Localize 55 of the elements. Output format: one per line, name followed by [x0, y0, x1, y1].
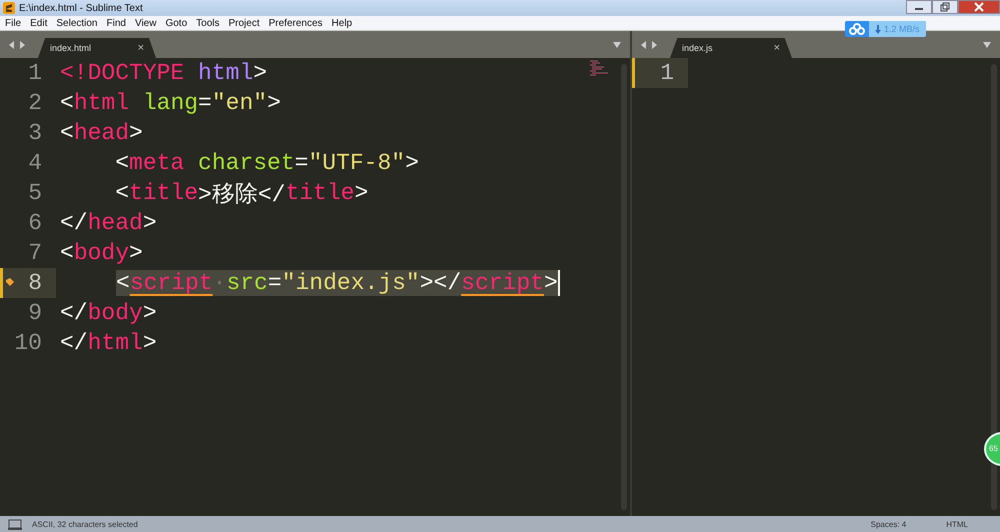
code-line: <head>	[60, 119, 143, 148]
tab-nav-arrows-icon[interactable]	[8, 40, 26, 50]
minimize-button[interactable]	[906, 0, 932, 14]
code-line: <!DOCTYPE html>	[60, 59, 268, 88]
close-tab-button[interactable]: ×	[774, 42, 780, 54]
cloud-icon	[849, 23, 865, 35]
line-number: 1	[632, 58, 688, 88]
tab-nav-arrows-icon[interactable]	[640, 40, 658, 50]
code-line: <html lang="en">	[60, 89, 281, 118]
restore-icon	[940, 2, 950, 12]
close-tab-button[interactable]: ×	[138, 42, 144, 54]
code-line: <body>	[60, 239, 143, 268]
download-speed: 1.2 MB/s	[884, 24, 920, 34]
line-number: 1	[27, 59, 43, 88]
close-button[interactable]	[958, 0, 1000, 14]
menu-item[interactable]: Tools	[196, 18, 220, 28]
scrollbar[interactable]	[991, 64, 997, 510]
close-icon	[974, 2, 984, 12]
line-number: 7	[27, 239, 43, 268]
window-title: E:\index.html - Sublime Text	[19, 2, 143, 14]
menu-item[interactable]: Find	[106, 18, 126, 28]
restore-button[interactable]	[932, 0, 958, 14]
dropdown-icon[interactable]	[612, 41, 622, 49]
menu-item[interactable]: Preferences	[268, 18, 323, 28]
menu-item[interactable]: Help	[332, 18, 352, 28]
code-line: </html>	[60, 329, 157, 358]
code-line: </head>	[60, 209, 157, 238]
line-number: 2	[27, 89, 43, 118]
console-icon[interactable]	[8, 518, 22, 530]
menu-item[interactable]: Edit	[30, 18, 48, 28]
selection-status: ASCII, 32 characters selected	[32, 520, 138, 528]
editor-tab[interactable]: index.js ×	[670, 38, 792, 58]
dropdown-icon[interactable]	[982, 41, 992, 49]
code-line: <meta charset="UTF-8">	[114, 149, 419, 178]
editor-tab[interactable]: index.html ×	[38, 38, 156, 58]
syntax-status[interactable]: HTML	[946, 520, 968, 528]
line-number: 6	[27, 209, 43, 238]
menu-item[interactable]: Project	[228, 18, 260, 28]
bookmark-icon	[5, 277, 15, 287]
download-arrow-icon	[875, 24, 881, 34]
line-number: 9	[27, 299, 43, 328]
code-line: </body>	[60, 299, 157, 328]
menu-item[interactable]: View	[134, 18, 156, 28]
menu-item[interactable]: Selection	[56, 18, 98, 28]
line-number: 3	[27, 119, 43, 148]
line-number: 5	[27, 179, 43, 208]
code-line: <title>移除</title>	[114, 179, 368, 208]
code-line: <script·src="index.js"></script>	[60, 268, 560, 298]
line-number: 8	[0, 268, 56, 298]
app-icon	[3, 2, 15, 14]
indentation-status[interactable]: Spaces: 4	[870, 520, 906, 528]
menu-item[interactable]: Goto	[165, 18, 188, 28]
line-number: 4	[27, 149, 43, 178]
line-number: 10	[13, 329, 43, 358]
menu-item[interactable]: File	[5, 18, 22, 28]
